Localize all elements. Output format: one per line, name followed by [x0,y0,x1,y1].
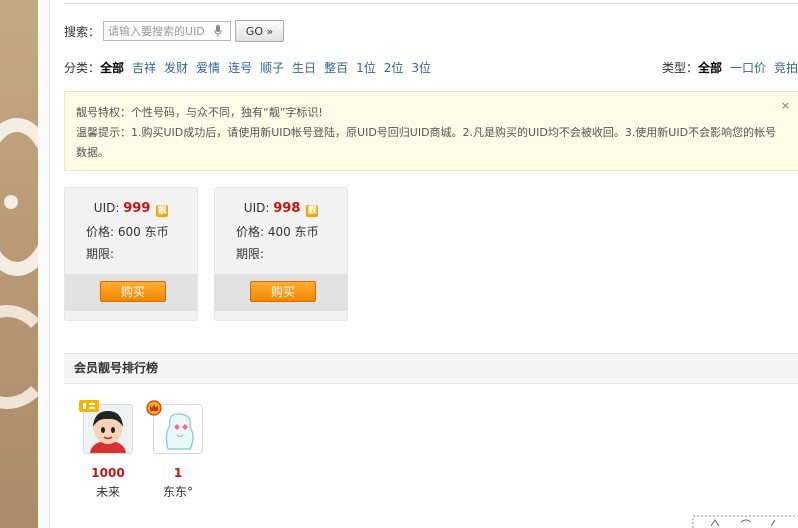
page-edge [38,0,50,528]
price-label: 价格: [86,225,115,239]
uid-card: UID: 998 靓 价格: 400 东币 期限: 购买 [214,187,348,321]
member-count: 1 [173,466,183,480]
category-shengri[interactable]: 生日 [292,59,316,76]
search-input[interactable] [106,24,215,38]
liang-badge-icon: 靓 [156,205,169,217]
search-label: 搜索： [64,24,101,39]
category-facai[interactable]: 发财 [164,59,188,76]
crown-badge-icon [146,400,162,419]
filter-row: 分类： 全部 吉祥 发财 爱情 连号 顺子 生日 整百 1位 2位 3位 类型：… [64,59,798,75]
category-shunzi[interactable]: 顺子 [260,59,284,76]
uid-label: UID: [93,201,120,215]
ranking-member: 1000 未来 [78,404,138,500]
category-zhengbai[interactable]: 整百 [324,59,348,76]
type-fixed-price[interactable]: 一口价 [730,59,766,76]
notice-privilege-text: 靓号特权：个性号码，与众不同，独有“靓”字标识! [76,106,323,119]
member-name[interactable]: 未来 [78,483,138,500]
category-2-digit[interactable]: 2位 [384,59,404,76]
category-jixiang[interactable]: 吉祥 [132,59,156,76]
category-aiqing[interactable]: 爱情 [196,59,220,76]
uid-number[interactable]: 999 [123,201,150,216]
uid-label: UID: [243,201,270,215]
member-name[interactable]: 东东° [148,483,208,500]
type-all[interactable]: 全部 [698,59,722,76]
expire-label: 期限: [236,247,265,261]
type-label: 类型： [661,61,698,75]
notice-tips-text: 温馨提示：1.购买UID成功后，请使用新UID帐号登陆，原UID号回归UID商城… [76,126,777,159]
type-filter: 类型： 全部 一口价 竞拍 [662,59,798,76]
category-1-digit[interactable]: 1位 [356,59,376,76]
uid-line: UID: 998 靓 [215,201,347,217]
member-count: 1000 [91,466,125,480]
top-divider [64,3,798,4]
uid-number[interactable]: 998 [273,201,300,216]
category-filter: 分类： 全部 吉祥 发财 爱情 连号 顺子 生日 整百 1位 2位 3位 [64,59,439,76]
decorative-background-strip [0,0,38,528]
category-label: 分类： [64,61,101,75]
uid-line: UID: 999 靓 [65,201,197,217]
price-label: 价格: [236,225,265,239]
microphone-icon[interactable] [214,25,222,37]
buy-button[interactable]: 购买 [100,281,166,302]
expire-label: 期限: [86,247,115,261]
ranking-title: 会员靓号排行榜 [64,353,798,384]
liang-badge-icon [79,399,99,416]
category-3-digit[interactable]: 3位 [411,59,431,76]
price-value: 600 东币 [117,225,169,239]
search-bar: 搜索： GO » [64,19,285,43]
price-value: 400 东币 [267,225,319,239]
decorative-stamp [691,512,798,528]
close-icon[interactable]: × [781,96,790,116]
uid-card: UID: 999 靓 价格: 600 东币 期限: 购买 [64,187,198,321]
notice-box: 靓号特权：个性号码，与众不同，独有“靓”字标识! 温馨提示：1.购买UID成功后… [64,91,798,171]
liang-badge-icon: 靓 [306,205,319,217]
category-all[interactable]: 全部 [100,59,124,76]
search-box[interactable] [103,21,232,41]
buy-button[interactable]: 购买 [250,281,316,302]
category-lianhao[interactable]: 连号 [228,59,252,76]
go-button[interactable]: GO » [235,20,285,42]
price-line: 价格: 600 东币 [86,223,169,240]
main-content: 搜索： GO » 分类： 全部 吉祥 发财 爱情 连号 顺子 生日 整百 1位 … [50,0,798,528]
price-line: 价格: 400 东币 [236,223,319,240]
type-auction[interactable]: 竞拍 [774,59,798,76]
